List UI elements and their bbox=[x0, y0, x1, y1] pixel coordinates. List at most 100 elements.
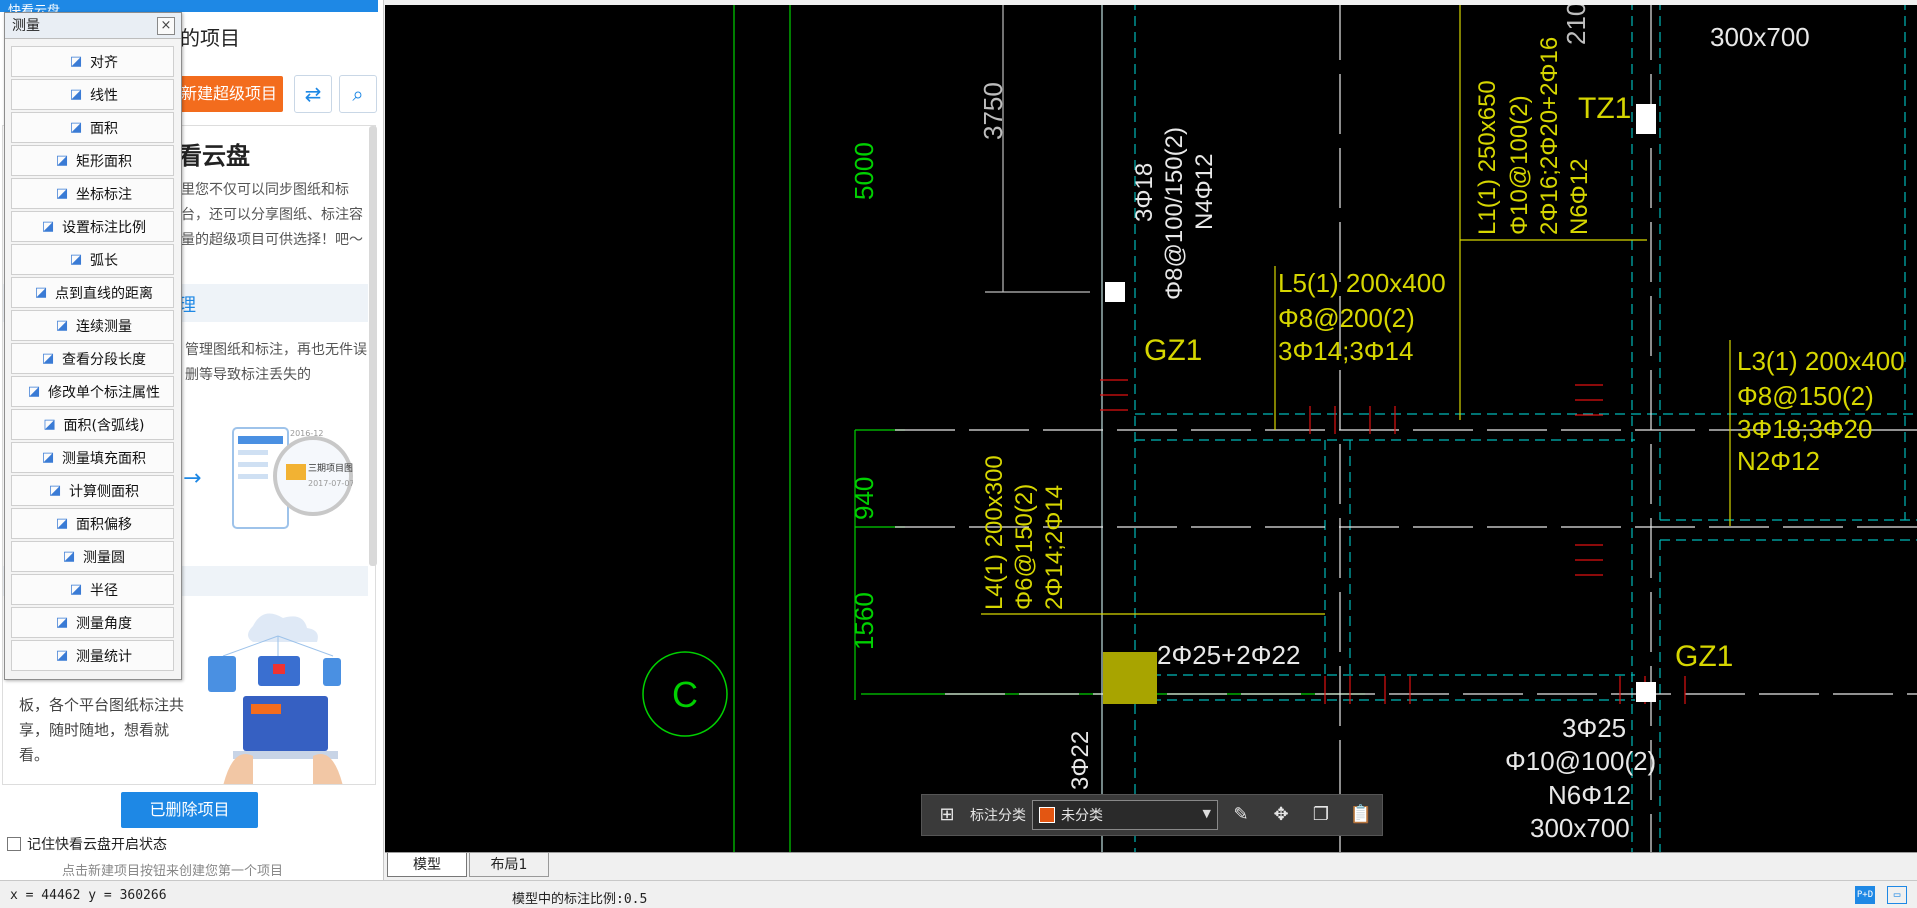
measure-tool-item[interactable]: ◪ 测量填充面积 bbox=[11, 442, 174, 473]
align-icon: ◪ bbox=[69, 53, 83, 69]
category-selected-value: 未分类 bbox=[1061, 808, 1103, 824]
deleted-projects-button[interactable]: 已删除项目 bbox=[121, 792, 258, 828]
annotation-category-label: 标注分类 bbox=[970, 808, 1026, 824]
measure-tool-item[interactable]: ◪ 测量角度 bbox=[11, 607, 174, 638]
edit-icon[interactable]: ✎ bbox=[1224, 798, 1258, 832]
create-project-hint: 点击新建项目按钮来创建您第一个项目 bbox=[62, 864, 284, 879]
side-area-icon: ◪ bbox=[48, 482, 62, 498]
cloud-intro-description: 里您不仅可以同步图纸和标台，还可以分享图纸、标注容量的超级项目可供选择！吧～ bbox=[181, 182, 363, 248]
measure-panel-title: 测量 bbox=[5, 13, 181, 39]
cad-text: 1560 bbox=[849, 592, 879, 650]
cad-top-strip bbox=[385, 0, 1917, 5]
cad-text: Φ10@100(2) bbox=[1505, 746, 1656, 776]
circle-icon: ◪ bbox=[62, 548, 76, 564]
measure-tool-item[interactable]: ◪ 弧长 bbox=[11, 244, 174, 275]
measure-tool-label: 设置标注比例 bbox=[62, 219, 146, 236]
measure-tool-item[interactable]: ◪ 半径 bbox=[11, 574, 174, 605]
measure-tool-item[interactable]: ◪ 计算侧面积 bbox=[11, 475, 174, 506]
measure-tool-label: 矩形面积 bbox=[76, 153, 132, 170]
cloud-scrollbar[interactable] bbox=[369, 126, 377, 566]
new-super-project-button[interactable]: 新建超级项目 bbox=[175, 76, 283, 112]
measure-tool-item[interactable]: ◪ 修改单个标注属性 bbox=[11, 376, 174, 407]
measure-panel: 测量 × ◪ 对齐 ◪ 线性 ◪ 面积 ◪ 矩形面积 ◪ 坐标标注 ◪ 设置标注比例 ◪ 弧长 ◪ 点到直线的… bbox=[4, 12, 182, 680]
measure-tool-item[interactable]: ◪ 测量圆 bbox=[11, 541, 174, 572]
arc-length-icon: ◪ bbox=[69, 251, 83, 267]
measure-tool-item[interactable]: ◪ 查看分段长度 bbox=[11, 343, 174, 374]
measure-tool-item[interactable]: ◪ 对齐 bbox=[11, 46, 174, 77]
cad-text: GZ1 bbox=[1675, 640, 1733, 673]
annotation-toolbar: ⊞ 标注分类 未分类 ▼ ✎ ✥ ❐ 📋 bbox=[921, 794, 1383, 836]
status-bar: x = 44462 y = 360266 模型中的标注比例:0.5 P+D ▭ bbox=[0, 880, 1917, 908]
paste-icon[interactable]: 📋 bbox=[1344, 798, 1378, 832]
measure-tool-label: 面积偏移 bbox=[76, 516, 132, 533]
app-window: 快看云盘 的项目 新建超级项目 ⇄ ⌕ 看云盘 里您不仅可以同步图纸和标台，还可… bbox=[0, 0, 1917, 908]
chevron-down-icon: ▼ bbox=[1202, 807, 1211, 820]
cad-canvas[interactable]: 5000 940 1560 3750 210 300x700 C 3Φ18 Φ8@100/150… bbox=[385, 0, 1917, 852]
measure-tool-label: 弧长 bbox=[90, 252, 118, 269]
search-icon[interactable]: ⌕ bbox=[339, 75, 377, 113]
cad-text: Φ6@150(2) bbox=[1011, 484, 1038, 610]
cad-text: 300x700 bbox=[1710, 22, 1810, 52]
remember-label: 记住快看云盘开启状态 bbox=[27, 837, 167, 853]
measure-tool-label: 计算侧面积 bbox=[69, 483, 139, 500]
measure-tool-label: 查看分段长度 bbox=[62, 351, 146, 368]
remember-state-option[interactable]: 记住快看云盘开启状态 bbox=[7, 834, 167, 854]
cad-text: L1(1) 250x650 bbox=[1474, 80, 1501, 235]
cad-text: L4(1) 200x300 bbox=[981, 455, 1008, 610]
annotation-category-select[interactable]: 未分类 ▼ bbox=[1032, 800, 1218, 830]
measure-tool-list: ◪ 对齐 ◪ 线性 ◪ 面积 ◪ 矩形面积 ◪ 坐标标注 ◪ 设置标注比例 ◪ 弧长 ◪ 点到直线的距离 ◪ 连续… bbox=[11, 46, 174, 673]
sync-icon[interactable]: ⇄ bbox=[294, 75, 332, 113]
segment-icon: ◪ bbox=[41, 350, 55, 366]
cad-drawing: 5000 940 1560 3750 210 300x700 C 3Φ18 Φ8@100/150… bbox=[642, 0, 1917, 852]
close-icon[interactable]: × bbox=[157, 17, 175, 35]
measure-tool-label: 面积(含弧线) bbox=[63, 417, 145, 434]
measure-tool-item[interactable]: ◪ 面积 bbox=[11, 112, 174, 143]
area-icon: ◪ bbox=[69, 119, 83, 135]
mock-date-2: 2016-12 bbox=[290, 429, 323, 438]
fill-area-icon: ◪ bbox=[41, 449, 55, 465]
cursor-coordinates: x = 44462 y = 360266 bbox=[10, 888, 167, 903]
cad-text: L5(1) 200x400 bbox=[1278, 268, 1446, 298]
measure-tool-item[interactable]: ◪ 设置标注比例 bbox=[11, 211, 174, 242]
cad-text: 2Φ16;2Φ20+2Φ16 bbox=[1536, 37, 1563, 235]
pd-mode-icon[interactable]: P+D bbox=[1855, 886, 1875, 904]
tab-layout1[interactable]: 布局1 bbox=[469, 853, 549, 877]
cad-text: Φ8@100/150(2) bbox=[1161, 127, 1188, 300]
measure-tool-label: 修改单个标注属性 bbox=[48, 384, 160, 401]
cloud-title-bar: 快看云盘 bbox=[0, 0, 378, 12]
measure-tool-item[interactable]: ◪ 坐标标注 bbox=[11, 178, 174, 209]
measure-tool-item[interactable]: ◪ 面积(含弧线) bbox=[11, 409, 174, 440]
cad-text: 3Φ18;3Φ20 bbox=[1737, 414, 1872, 444]
area-offset-icon: ◪ bbox=[55, 515, 69, 531]
cad-text: N4Φ12 bbox=[1191, 153, 1218, 230]
measure-tool-item[interactable]: ◪ 线性 bbox=[11, 79, 174, 110]
coordinate-icon: ◪ bbox=[55, 185, 69, 201]
move-icon[interactable]: ✥ bbox=[1264, 798, 1298, 832]
measure-tool-label: 连续测量 bbox=[76, 318, 132, 335]
measure-tool-item[interactable]: ◪ 测量统计 bbox=[11, 640, 174, 671]
window-toggle-icon[interactable]: ▭ bbox=[1887, 886, 1907, 904]
cad-block bbox=[1105, 282, 1125, 302]
arrow-right-icon: → bbox=[183, 466, 202, 491]
cad-text: N6Φ12 bbox=[1548, 780, 1631, 810]
layout-tabs: 模型 布局1 bbox=[385, 852, 1917, 878]
cad-text: C bbox=[672, 674, 698, 715]
grid-icon[interactable]: ⊞ bbox=[930, 798, 964, 832]
cad-text: N2Φ12 bbox=[1737, 446, 1820, 476]
measure-tool-item[interactable]: ◪ 面积偏移 bbox=[11, 508, 174, 539]
cad-block bbox=[1636, 682, 1656, 702]
remember-checkbox[interactable] bbox=[7, 837, 21, 851]
measure-tool-item[interactable]: ◪ 矩形面积 bbox=[11, 145, 174, 176]
devices-illustration bbox=[208, 613, 343, 784]
measure-tool-item[interactable]: ◪ 连续测量 bbox=[11, 310, 174, 341]
cad-text: GZ1 bbox=[1144, 334, 1202, 367]
radius-icon: ◪ bbox=[69, 581, 83, 597]
measure-tool-label: 对齐 bbox=[90, 54, 118, 71]
cad-block bbox=[1103, 652, 1157, 704]
copy-icon[interactable]: ❐ bbox=[1304, 798, 1338, 832]
angle-icon: ◪ bbox=[55, 614, 69, 630]
tab-model[interactable]: 模型 bbox=[387, 853, 467, 877]
linear-icon: ◪ bbox=[69, 86, 83, 102]
measure-tool-item[interactable]: ◪ 点到直线的距离 bbox=[11, 277, 174, 308]
point-line-icon: ◪ bbox=[34, 284, 48, 300]
